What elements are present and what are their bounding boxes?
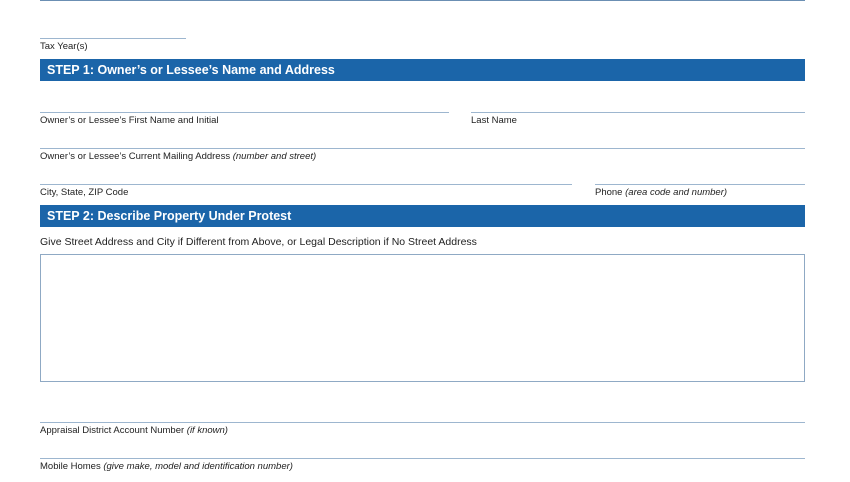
property-description-textarea[interactable] [40,254,805,382]
phone-field[interactable] [595,184,805,185]
first-name-label: Owner’s or Lessee’s First Name and Initi… [40,115,219,126]
tax-years-label: Tax Year(s) [40,41,88,52]
mobile-homes-label-text: Mobile Homes [40,461,101,472]
mobile-homes-hint: (give make, model and identification num… [103,461,293,472]
account-number-hint: (if known) [186,425,228,436]
city-state-zip-label: City, State, ZIP Code [40,187,129,198]
mailing-address-label: Owner’s or Lessee’s Current Mailing Addr… [40,151,316,162]
step2-banner: STEP 2: Describe Property Under Protest [40,205,805,227]
mailing-address-label-text: Owner’s or Lessee’s Current Mailing Addr… [40,151,231,162]
account-number-field[interactable] [40,422,805,423]
mobile-homes-label: Mobile Homes (give make, model and ident… [40,461,293,472]
last-name-field[interactable] [471,112,805,113]
mobile-homes-field[interactable] [40,458,805,459]
phone-hint: (area code and number) [625,187,728,198]
phone-label: Phone (area code and number) [595,187,727,198]
last-name-label: Last Name [471,115,517,126]
city-state-zip-field[interactable] [40,184,572,185]
step1-banner: STEP 1: Owner’s or Lessee’s Name and Add… [40,59,805,81]
mailing-address-hint: (number and street) [232,151,317,162]
first-name-field[interactable] [40,112,449,113]
mailing-address-field[interactable] [40,148,805,149]
account-number-label-text: Appraisal District Account Number [40,425,185,436]
property-description-instruction: Give Street Address and City if Differen… [40,236,477,248]
tax-years-field[interactable] [40,38,186,39]
top-border-rule [40,0,805,1]
phone-label-text: Phone [595,187,623,198]
account-number-label: Appraisal District Account Number (if kn… [40,425,228,436]
